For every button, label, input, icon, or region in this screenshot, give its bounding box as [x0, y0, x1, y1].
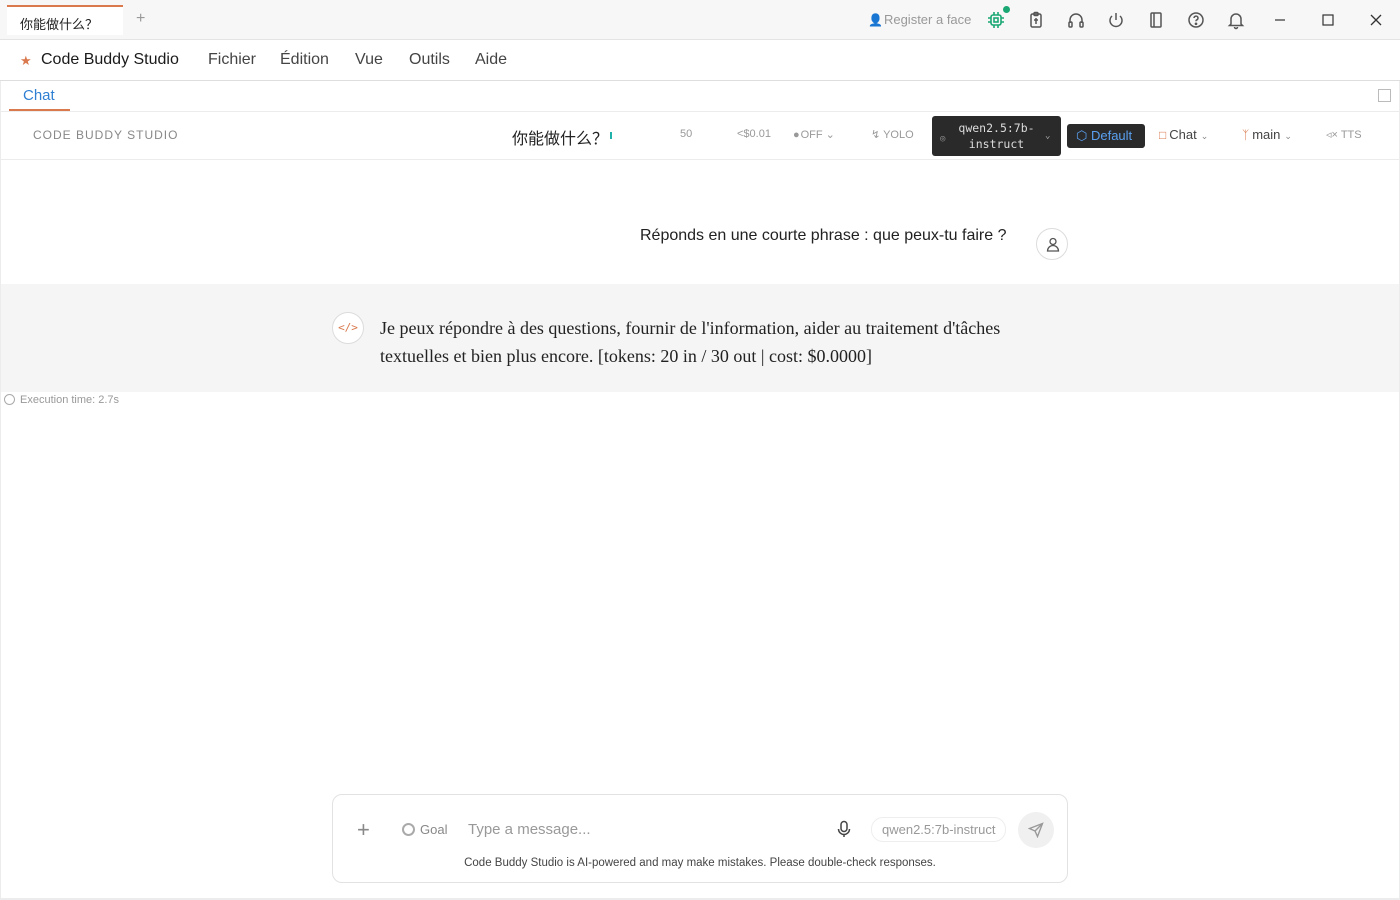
- frame-border-left: [0, 81, 1, 900]
- minimize-icon[interactable]: [1270, 10, 1290, 30]
- chevron-down-icon: ⌄: [1200, 131, 1209, 141]
- chat-mode-label: Chat: [1169, 127, 1197, 142]
- menu-fichier[interactable]: Fichier: [208, 51, 256, 69]
- composer-model-chip[interactable]: qwen2.5:7b-instruct: [871, 817, 1007, 842]
- chat-toolbar: CODE BUDDY STUDIO 你能做什么？ 50 <$0.01 ● OFF…: [0, 112, 1400, 160]
- title-bar: 你能做什么？ + 👤Register a face: [0, 0, 1400, 40]
- message-composer: + Goal qwen2.5:7b-instruct Code Buddy St…: [332, 794, 1068, 883]
- model-icon: ◎: [940, 134, 946, 144]
- execution-time-label: Execution time: 2.7s: [20, 394, 120, 406]
- menu-edition[interactable]: Édition: [280, 51, 329, 69]
- conversation-title: 你能做什么？: [512, 129, 609, 148]
- tab-chat[interactable]: Chat: [9, 81, 70, 111]
- register-face-label: Register a face: [883, 12, 972, 27]
- goal-button[interactable]: Goal: [402, 822, 447, 837]
- mode-label: Default: [1090, 128, 1133, 143]
- headset-icon[interactable]: [1066, 10, 1086, 30]
- user-avatar: [1036, 228, 1068, 260]
- chevron-down-icon: ⌄: [1284, 131, 1292, 141]
- execution-time: Execution time: 2.7s: [4, 394, 119, 406]
- close-icon[interactable]: [1366, 10, 1386, 30]
- menu-outils[interactable]: Outils: [409, 51, 450, 69]
- lightning-icon: ↯: [871, 129, 884, 141]
- menu-vue[interactable]: Vue: [355, 51, 383, 69]
- ai-chip-icon[interactable]: [986, 10, 1006, 30]
- mode-default-button[interactable]: ⬡ Default: [1067, 124, 1145, 148]
- send-button[interactable]: [1018, 812, 1054, 848]
- send-icon: [1028, 822, 1044, 838]
- goal-label: Goal: [420, 822, 448, 837]
- panel-tab-bar: Chat: [0, 81, 1400, 112]
- model-name-line2: instruct: [968, 137, 1025, 151]
- clock-icon: [4, 394, 15, 405]
- chevron-down-icon: ⌄: [1045, 131, 1051, 141]
- speaker-off-icon: ◃×: [1326, 129, 1341, 141]
- menu-aide[interactable]: Aide: [475, 51, 507, 69]
- panel-layout-icon[interactable]: [1378, 89, 1391, 102]
- tts-toggle[interactable]: ◃× TTS: [1326, 128, 1362, 141]
- token-count: 50: [680, 128, 693, 140]
- register-face-link[interactable]: 👤Register a face: [868, 12, 971, 27]
- new-tab-button[interactable]: +: [136, 10, 145, 28]
- user-message: Réponds en une courte phrase : que peux-…: [640, 227, 1007, 244]
- model-name-line1: qwen2.5:7b-: [958, 121, 1035, 135]
- context-progress-bar: [610, 132, 612, 139]
- person-icon: 👤: [868, 13, 883, 27]
- chat-mode-dropdown[interactable]: □ Chat ⌄: [1159, 127, 1208, 142]
- clipboard-icon[interactable]: [1026, 10, 1046, 30]
- thinking-label: OFF: [800, 129, 823, 141]
- menu-bar: ★ Code Buddy Studio Fichier Édition Vue …: [0, 40, 1400, 81]
- star-icon: ★: [20, 53, 32, 68]
- conversation-tab[interactable]: 你能做什么？: [7, 5, 123, 35]
- tts-label: TTS: [1340, 129, 1362, 141]
- chevron-down-icon: ⌄: [822, 129, 835, 141]
- brain-icon: ●: [793, 129, 801, 141]
- shield-icon: ⬡: [1076, 128, 1091, 143]
- app-name: Code Buddy Studio: [41, 51, 179, 68]
- thinking-toggle[interactable]: ● OFF ⌄: [793, 128, 835, 141]
- ai-disclaimer: Code Buddy Studio is AI-powered and may …: [464, 857, 936, 869]
- brand-label: CODE BUDDY STUDIO: [33, 128, 179, 142]
- branch-dropdown[interactable]: ᛉ main ⌄: [1242, 127, 1292, 142]
- assistant-message: Je peux répondre à des questions, fourni…: [380, 318, 1001, 366]
- help-icon[interactable]: [1186, 10, 1206, 30]
- branch-label: main: [1252, 127, 1281, 142]
- yolo-toggle[interactable]: ↯ YOLO: [871, 128, 914, 141]
- user-icon: [1046, 237, 1060, 252]
- model-selector[interactable]: ◎ qwen2.5:7b- instruct ⌄: [932, 116, 1061, 156]
- target-icon: [402, 823, 415, 836]
- maximize-icon[interactable]: [1318, 10, 1338, 30]
- bell-icon[interactable]: [1226, 10, 1246, 30]
- attach-plus-button[interactable]: +: [357, 817, 370, 843]
- book-icon[interactable]: [1146, 10, 1166, 30]
- assistant-message-block: </> Je peux répondre à des questions, fo…: [0, 284, 1400, 392]
- code-icon: </>: [332, 312, 364, 344]
- microphone-icon[interactable]: [836, 820, 852, 838]
- cost-estimate: <$0.01: [737, 128, 771, 140]
- git-branch-icon: ᛉ: [1242, 128, 1250, 142]
- yolo-label: YOLO: [883, 129, 914, 141]
- power-icon[interactable]: [1106, 10, 1126, 30]
- status-dot: [1003, 6, 1010, 13]
- chat-bubble-icon: □: [1159, 128, 1167, 142]
- message-input[interactable]: [468, 817, 828, 841]
